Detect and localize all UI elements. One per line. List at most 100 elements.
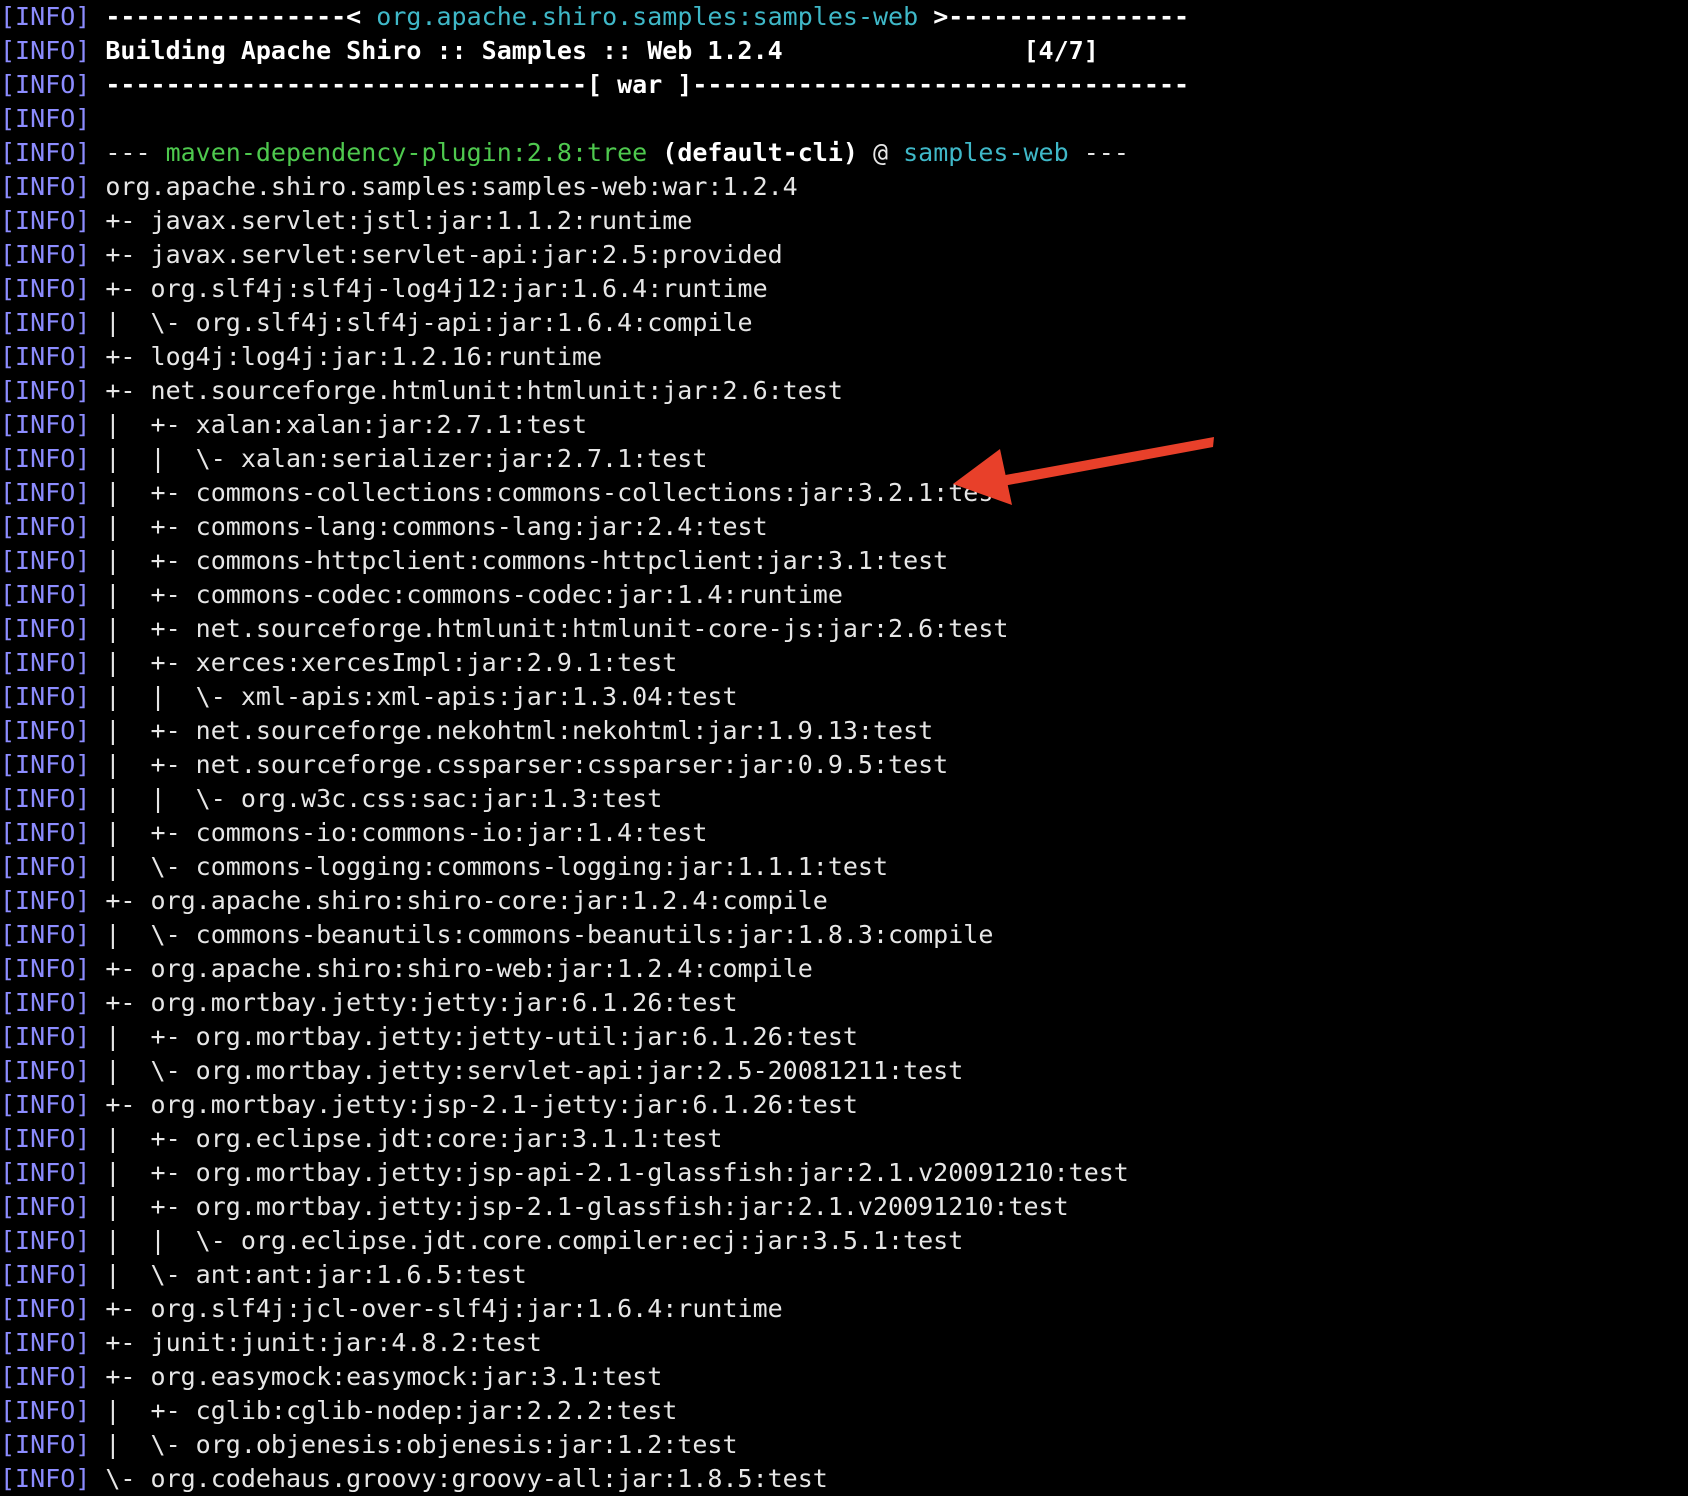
info-tag: [INFO] — [0, 580, 91, 609]
info-tag: [INFO] — [0, 342, 91, 371]
terminal-line: [INFO] --- maven-dependency-plugin:2.8:t… — [0, 136, 1129, 170]
terminal-line: [INFO] | +- commons-codec:commons-codec:… — [0, 578, 843, 612]
info-tag: [INFO] — [0, 308, 91, 337]
info-tag: [INFO] — [0, 1328, 91, 1357]
terminal-line: [INFO] | \- commons-logging:commons-logg… — [0, 850, 888, 884]
info-tag: [INFO] — [0, 512, 91, 541]
terminal-line: [INFO] \- org.codehaus.groovy:groovy-all… — [0, 1462, 828, 1496]
terminal-line: [INFO] | \- commons-beanutils:commons-be… — [0, 918, 993, 952]
info-tag: [INFO] — [0, 886, 91, 915]
log-text: +- log4j:log4j:jar:1.2.16:runtime — [90, 342, 603, 371]
terminal-line: [INFO] | \- org.objenesis:objenesis:jar:… — [0, 1428, 738, 1462]
log-text: +- org.slf4j:jcl-over-slf4j:jar:1.6.4:ru… — [90, 1294, 783, 1323]
info-tag: [INFO] — [0, 2, 91, 31]
log-text: | | \- xml-apis:xml-apis:jar:1.3.04:test — [90, 682, 738, 711]
info-tag: [INFO] — [0, 648, 91, 677]
log-text: +- org.slf4j:slf4j-log4j12:jar:1.6.4:run… — [90, 274, 768, 303]
log-text: | +- cglib:cglib-nodep:jar:2.2.2:test — [90, 1396, 678, 1425]
terminal-line: [INFO] | +- xalan:xalan:jar:2.7.1:test — [0, 408, 587, 442]
info-tag: [INFO] — [0, 750, 91, 779]
log-text: --- — [1068, 138, 1129, 167]
terminal-line: [INFO] | +- commons-lang:commons-lang:ja… — [0, 510, 768, 544]
terminal-line: [INFO] +- net.sourceforge.htmlunit:htmlu… — [0, 374, 843, 408]
log-text: | +- org.mortbay.jetty:jsp-2.1-glassfish… — [90, 1192, 1069, 1221]
terminal-line: [INFO] | | \- xalan:serializer:jar:2.7.1… — [0, 442, 707, 476]
log-text: +- org.easymock:easymock:jar:3.1:test — [90, 1362, 663, 1391]
terminal-line: [INFO] | | \- org.w3c.css:sac:jar:1.3:te… — [0, 782, 662, 816]
log-text: | +- net.sourceforge.cssparser:cssparser… — [90, 750, 949, 779]
terminal-line: [INFO] +- org.apache.shiro:shiro-web:jar… — [0, 952, 813, 986]
log-text: >---------------- — [918, 2, 1190, 31]
terminal-line: [INFO] | +- commons-io:commons-io:jar:1.… — [0, 816, 707, 850]
terminal-line: [INFO] +- javax.servlet:servlet-api:jar:… — [0, 238, 783, 272]
log-text: @ — [857, 138, 904, 167]
terminal-line: [INFO] | +- xerces:xercesImpl:jar:2.9.1:… — [0, 646, 677, 680]
terminal-line: [INFO] | | \- xml-apis:xml-apis:jar:1.3.… — [0, 680, 738, 714]
info-tag: [INFO] — [0, 1294, 91, 1323]
info-tag: [INFO] — [0, 1090, 91, 1119]
info-tag: [INFO] — [0, 852, 91, 881]
log-text: --------------------------------[ war ]-… — [90, 70, 1190, 99]
terminal-line: [INFO] +- org.mortbay.jetty:jsp-2.1-jett… — [0, 1088, 858, 1122]
log-text: +- net.sourceforge.htmlunit:htmlunit:jar… — [90, 376, 843, 405]
log-text: org.apache.shiro.samples:samples-web — [376, 2, 919, 31]
log-text: | \- org.mortbay.jetty:servlet-api:jar:2… — [90, 1056, 964, 1085]
terminal-line: [INFO] +- org.mortbay.jetty:jetty:jar:6.… — [0, 986, 738, 1020]
log-text: samples-web — [903, 138, 1069, 167]
info-tag: [INFO] — [0, 784, 91, 813]
terminal-line: [INFO] | +- cglib:cglib-nodep:jar:2.2.2:… — [0, 1394, 677, 1428]
log-text: \- org.codehaus.groovy:groovy-all:jar:1.… — [90, 1464, 828, 1493]
terminal-line: [INFO] +- junit:junit:jar:4.8.2:test — [0, 1326, 542, 1360]
info-tag: [INFO] — [0, 104, 91, 133]
log-text: | +- org.eclipse.jdt:core:jar:3.1.1:test — [90, 1124, 723, 1153]
log-text: +- javax.servlet:servlet-api:jar:2.5:pro… — [90, 240, 783, 269]
log-text: +- org.apache.shiro:shiro-core:jar:1.2.4… — [90, 886, 828, 915]
terminal-line: [INFO] | +- net.sourceforge.htmlunit:htm… — [0, 612, 1008, 646]
info-tag: [INFO] — [0, 36, 91, 65]
info-tag: [INFO] — [0, 240, 91, 269]
info-tag: [INFO] — [0, 376, 91, 405]
terminal-line: [INFO] --------------------------------[… — [0, 68, 1189, 102]
info-tag: [INFO] — [0, 546, 91, 575]
info-tag: [INFO] — [0, 716, 91, 745]
log-text: +- org.apache.shiro:shiro-web:jar:1.2.4:… — [90, 954, 813, 983]
info-tag: [INFO] — [0, 1056, 91, 1085]
log-text: | +- commons-io:commons-io:jar:1.4:test — [90, 818, 708, 847]
log-text: org.apache.shiro.samples:samples-web:war… — [90, 172, 798, 201]
log-text: | +- org.mortbay.jetty:jsp-api-2.1-glass… — [90, 1158, 1129, 1187]
terminal-line: [INFO] | \- org.slf4j:slf4j-api:jar:1.6.… — [0, 306, 753, 340]
info-tag: [INFO] — [0, 920, 91, 949]
info-tag: [INFO] — [0, 1226, 91, 1255]
log-text: +- javax.servlet:jstl:jar:1.1.2:runtime — [90, 206, 693, 235]
log-text: (default-cli) — [647, 138, 858, 167]
terminal-line: [INFO] | \- org.mortbay.jetty:servlet-ap… — [0, 1054, 963, 1088]
log-text: +- org.mortbay.jetty:jsp-2.1-jetty:jar:6… — [90, 1090, 858, 1119]
terminal-line: [INFO] | +- commons-httpclient:commons-h… — [0, 544, 948, 578]
terminal-line: [INFO] | \- ant:ant:jar:1.6.5:test — [0, 1258, 527, 1292]
info-tag: [INFO] — [0, 410, 91, 439]
terminal-line: [INFO] +- org.apache.shiro:shiro-core:ja… — [0, 884, 828, 918]
log-text: | +- xerces:xercesImpl:jar:2.9.1:test — [90, 648, 678, 677]
log-text: | +- commons-httpclient:commons-httpclie… — [90, 546, 949, 575]
info-tag: [INFO] — [0, 1464, 91, 1493]
terminal-line: [INFO] | +- org.mortbay.jetty:jsp-2.1-gl… — [0, 1190, 1069, 1224]
terminal-line: [INFO] | | \- org.eclipse.jdt.core.compi… — [0, 1224, 963, 1258]
info-tag: [INFO] — [0, 988, 91, 1017]
log-text: | +- commons-collections:commons-collect… — [90, 478, 1009, 507]
log-text: | | \- xalan:serializer:jar:2.7.1:test — [90, 444, 708, 473]
log-text: --- — [90, 138, 166, 167]
info-tag: [INFO] — [0, 1260, 91, 1289]
log-text: maven-dependency-plugin:2.8:tree — [165, 138, 648, 167]
info-tag: [INFO] — [0, 274, 91, 303]
log-text: | \- ant:ant:jar:1.6.5:test — [90, 1260, 527, 1289]
terminal-line: [INFO] | +- net.sourceforge.nekohtml:nek… — [0, 714, 933, 748]
log-text: | +- commons-codec:commons-codec:jar:1.4… — [90, 580, 843, 609]
log-text: | | \- org.eclipse.jdt.core.compiler:ecj… — [90, 1226, 964, 1255]
log-text: | \- org.slf4j:slf4j-api:jar:1.6.4:compi… — [90, 308, 753, 337]
terminal-line: [INFO] Building Apache Shiro :: Samples … — [0, 34, 1099, 68]
terminal-line: [INFO] | +- commons-collections:commons-… — [0, 476, 1008, 510]
info-tag: [INFO] — [0, 682, 91, 711]
log-text: | \- org.objenesis:objenesis:jar:1.2:tes… — [90, 1430, 738, 1459]
log-text: | +- net.sourceforge.htmlunit:htmlunit-c… — [90, 614, 1009, 643]
info-tag: [INFO] — [0, 818, 91, 847]
